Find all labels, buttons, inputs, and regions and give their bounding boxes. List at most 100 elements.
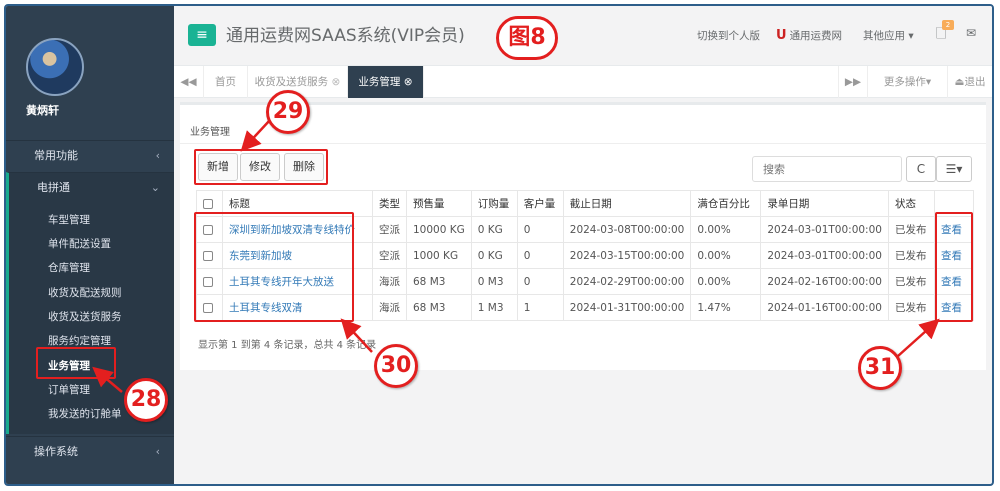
cell-ordered: 0 KG — [470, 216, 518, 243]
cell-presale: 68 M3 — [406, 268, 472, 295]
cell-full-pct: 0.00% — [690, 242, 762, 269]
avatar[interactable] — [26, 38, 84, 96]
cell-status: 已发布 — [887, 268, 935, 295]
column-header[interactable]: 满仓百分比 — [690, 190, 762, 217]
brand-label: 通用运费网 — [789, 30, 843, 42]
cell-presale: 1000 KG — [406, 242, 472, 269]
cell-deadline: 2024-03-08T00:00:00 — [562, 216, 692, 243]
top-bar: ≡ 通用运费网SAAS系统(VIP会员) 切换到个人版 U 通用运费网 其他应用 … — [174, 6, 992, 66]
more-actions-label: 更多操作 — [883, 76, 926, 88]
switch-personal-link[interactable]: 切换到个人版 — [697, 28, 760, 43]
cell-customers: 1 — [516, 294, 564, 321]
tab-scroll-right-button[interactable]: ▶▶ — [838, 66, 868, 98]
column-header[interactable]: 预售量 — [406, 190, 472, 217]
sidebar-section-label: 常用功能 — [34, 149, 78, 162]
cell-entry-date: 2024-03-01T00:00:00 — [760, 216, 889, 243]
annotation-number-31: 31 — [858, 346, 902, 390]
tab-business-management[interactable]: 业务管理 ⊗ — [348, 66, 424, 98]
menu-toggle-button[interactable]: ≡ — [188, 24, 216, 46]
notification-badge: 2 — [942, 20, 954, 30]
cell-full-pct: 1.47% — [690, 294, 762, 321]
sidebar-item-booking-sent[interactable]: 我发送的订舱单 — [48, 406, 122, 421]
cell-ordered: 1 M3 — [470, 294, 518, 321]
exit-button[interactable]: ⏏退出 — [948, 66, 992, 98]
cell-type: 空派 — [372, 216, 407, 243]
exit-icon: ⏏ — [954, 76, 965, 88]
caret-down-icon: ▾ — [925, 76, 932, 88]
annotation-number-30: 30 — [374, 344, 418, 388]
cell-presale: 68 M3 — [406, 294, 472, 321]
panel-heading: 业务管理 — [190, 127, 230, 138]
cell-customers: 0 — [516, 216, 564, 243]
cell-deadline: 2024-03-15T00:00:00 — [562, 242, 692, 269]
annotation-box-sidebar-item — [36, 347, 116, 379]
app-title: 通用运费网SAAS系统(VIP会员) — [226, 26, 465, 46]
search-input[interactable] — [752, 156, 902, 182]
annotation-box-view-links — [935, 212, 973, 322]
brand-link[interactable]: U 通用运费网 — [776, 28, 842, 43]
cell-entry-date: 2024-02-16T00:00:00 — [760, 268, 889, 295]
column-header[interactable]: 状态 — [887, 190, 935, 217]
cell-full-pct: 0.00% — [690, 216, 762, 243]
cell-presale: 10000 KG — [406, 216, 472, 243]
annotation-box-titles — [194, 212, 354, 322]
cell-entry-date: 2024-01-16T00:00:00 — [760, 294, 889, 321]
close-icon[interactable]: ⊗ — [332, 76, 341, 88]
cell-type: 海派 — [372, 294, 407, 321]
cell-type: 海派 — [372, 268, 407, 295]
sidebar-item-service-agreement[interactable]: 服务约定管理 — [48, 333, 111, 348]
chevron-left-icon: ‹ — [155, 445, 160, 458]
sidebar-section-operating-system[interactable]: 操作系统 ‹ — [6, 436, 174, 466]
sidebar-section-label: 电拼通 — [37, 181, 70, 194]
annotation-number-28: 28 — [124, 378, 168, 422]
annotation-box-toolbar — [194, 149, 328, 185]
tab-label: 收货及送货服务 — [254, 76, 329, 88]
chevron-down-icon: ⌄ — [150, 181, 160, 194]
close-icon[interactable]: ⊗ — [404, 76, 413, 88]
refresh-icon[interactable]: C — [906, 156, 936, 182]
sidebar-section-label: 操作系统 — [34, 445, 78, 458]
figure-label: 图8 — [496, 16, 558, 60]
tab-home[interactable]: 首页 — [204, 66, 248, 98]
column-header[interactable]: 录单日期 — [760, 190, 889, 217]
divider — [180, 143, 986, 144]
column-header[interactable]: 客户量 — [516, 190, 564, 217]
user-name: 黄炳轩 — [26, 104, 59, 117]
cell-deadline: 2024-01-31T00:00:00 — [562, 294, 692, 321]
sidebar-item-order-management[interactable]: 订单管理 — [48, 382, 90, 397]
caret-down-icon: ▾ — [908, 30, 914, 42]
column-header[interactable]: 订购量 — [470, 190, 518, 217]
sidebar-item-single-delivery[interactable]: 单件配送设置 — [48, 236, 111, 251]
cell-full-pct: 0.00% — [690, 268, 762, 295]
more-actions-dropdown[interactable]: 更多操作▾ — [868, 66, 948, 98]
chevron-left-icon: ‹ — [155, 149, 160, 162]
sidebar-item-delivery-service[interactable]: 收货及送货服务 — [48, 309, 122, 324]
tab-label: 业务管理 — [358, 76, 401, 88]
sidebar-item-warehouse[interactable]: 仓库管理 — [48, 260, 90, 275]
mail-icon[interactable]: ✉ — [966, 26, 976, 40]
column-header[interactable]: 截止日期 — [562, 190, 692, 217]
other-apps-label: 其他应用 — [863, 30, 905, 42]
other-apps-dropdown[interactable]: 其他应用 ▾ — [863, 28, 914, 43]
cell-ordered: 0 M3 — [470, 268, 518, 295]
cell-status: 已发布 — [887, 216, 935, 243]
cell-entry-date: 2024-03-01T00:00:00 — [760, 242, 889, 269]
cell-customers: 0 — [516, 268, 564, 295]
tab-scroll-left-button[interactable]: ◀◀ — [174, 66, 204, 98]
cell-customers: 0 — [516, 242, 564, 269]
checkbox-icon[interactable] — [203, 198, 213, 209]
column-header[interactable]: 类型 — [372, 190, 407, 217]
cell-status: 已发布 — [887, 294, 935, 321]
columns-toggle-icon[interactable]: ☰▾ — [936, 156, 972, 182]
cell-ordered: 0 KG — [470, 242, 518, 269]
sidebar-item-delivery-rules[interactable]: 收货及配送规则 — [48, 285, 122, 300]
sidebar-section-common[interactable]: 常用功能 ‹ — [6, 140, 174, 170]
sidebar-item-vehicle-types[interactable]: 车型管理 — [48, 212, 90, 227]
pagination-summary: 显示第 1 到第 4 条记录，总共 4 条记录 — [198, 340, 377, 351]
brand-logo-icon: U — [776, 28, 787, 43]
annotation-number-29: 29 — [266, 90, 310, 134]
exit-label: 退出 — [964, 76, 986, 88]
cell-type: 空派 — [372, 242, 407, 269]
cell-status: 已发布 — [887, 242, 935, 269]
cell-deadline: 2024-02-29T00:00:00 — [562, 268, 692, 295]
